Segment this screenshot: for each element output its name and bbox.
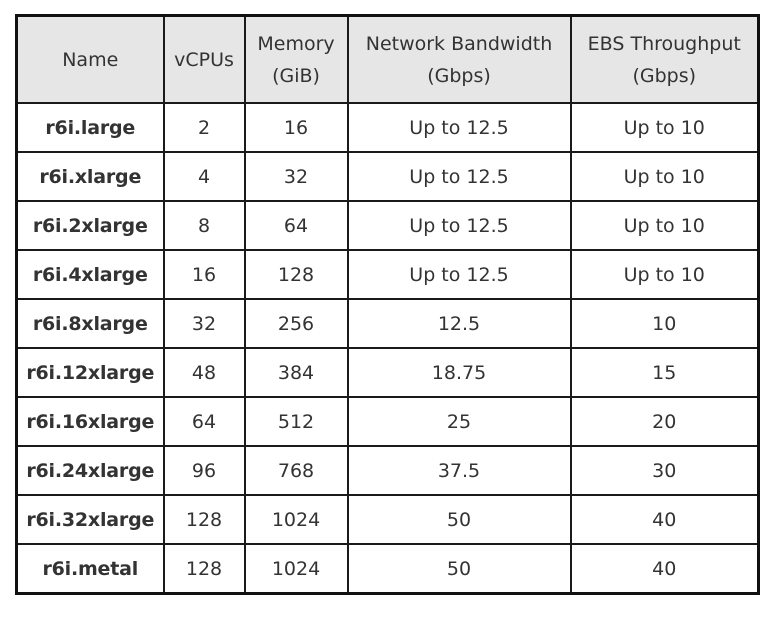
cell-ebs-throughput: 40 bbox=[569, 543, 760, 595]
cell-memory: 256 bbox=[243, 298, 349, 349]
cell-vcpus: 64 bbox=[162, 396, 246, 447]
cell-vcpus: 96 bbox=[162, 445, 246, 496]
table-row: r6i.4xlarge 16 128 Up to 12.5 Up to 10 bbox=[15, 249, 760, 300]
cell-network-bandwidth: Up to 12.5 bbox=[346, 249, 572, 300]
header-label: vCPUs bbox=[174, 48, 234, 71]
cell-memory: 1024 bbox=[243, 543, 349, 595]
header-unit: (GiB) bbox=[272, 64, 320, 87]
table-row: r6i.32xlarge 128 1024 50 40 bbox=[15, 494, 760, 545]
header-ebs-throughput: EBS Throughput (Gbps) bbox=[569, 14, 760, 104]
instance-specs-table: Name vCPUs Memory (GiB) Network Bandwidth… bbox=[15, 14, 760, 595]
cell-network-bandwidth: Up to 12.5 bbox=[346, 200, 572, 251]
cell-ebs-throughput: Up to 10 bbox=[569, 249, 760, 300]
header-vcpus: vCPUs bbox=[162, 14, 246, 104]
header-row: Name vCPUs Memory (GiB) Network Bandwidth… bbox=[15, 14, 760, 104]
cell-memory: 128 bbox=[243, 249, 349, 300]
cell-network-bandwidth: 50 bbox=[346, 543, 572, 595]
table-row: r6i.24xlarge 96 768 37.5 30 bbox=[15, 445, 760, 496]
cell-ebs-throughput: 10 bbox=[569, 298, 760, 349]
cell-ebs-throughput: 40 bbox=[569, 494, 760, 545]
cell-ebs-throughput: 30 bbox=[569, 445, 760, 496]
cell-ebs-throughput: 20 bbox=[569, 396, 760, 447]
cell-vcpus: 128 bbox=[162, 494, 246, 545]
table-row: r6i.large 2 16 Up to 12.5 Up to 10 bbox=[15, 102, 760, 153]
cell-ebs-throughput: 15 bbox=[569, 347, 760, 398]
header-label: Network Bandwidth bbox=[365, 32, 553, 55]
table-row: r6i.metal 128 1024 50 40 bbox=[15, 543, 760, 595]
cell-memory: 512 bbox=[243, 396, 349, 447]
table-row: r6i.8xlarge 32 256 12.5 10 bbox=[15, 298, 760, 349]
cell-vcpus: 4 bbox=[162, 151, 246, 202]
header-network-bandwidth: Network Bandwidth (Gbps) bbox=[346, 14, 572, 104]
header-label: Name bbox=[62, 48, 119, 71]
cell-name: r6i.4xlarge bbox=[15, 249, 165, 300]
header-memory: Memory (GiB) bbox=[243, 14, 349, 104]
cell-vcpus: 16 bbox=[162, 249, 246, 300]
cell-name: r6i.12xlarge bbox=[15, 347, 165, 398]
header-label: EBS Throughput bbox=[587, 32, 741, 55]
cell-memory: 384 bbox=[243, 347, 349, 398]
cell-memory: 64 bbox=[243, 200, 349, 251]
cell-vcpus: 2 bbox=[162, 102, 246, 153]
table-row: r6i.xlarge 4 32 Up to 12.5 Up to 10 bbox=[15, 151, 760, 202]
cell-vcpus: 32 bbox=[162, 298, 246, 349]
cell-network-bandwidth: 50 bbox=[346, 494, 572, 545]
header-label: Memory bbox=[257, 32, 335, 55]
cell-ebs-throughput: Up to 10 bbox=[569, 151, 760, 202]
cell-vcpus: 48 bbox=[162, 347, 246, 398]
cell-memory: 16 bbox=[243, 102, 349, 153]
cell-network-bandwidth: 37.5 bbox=[346, 445, 572, 496]
cell-network-bandwidth: Up to 12.5 bbox=[346, 102, 572, 153]
table-row: r6i.12xlarge 48 384 18.75 15 bbox=[15, 347, 760, 398]
cell-network-bandwidth: Up to 12.5 bbox=[346, 151, 572, 202]
cell-network-bandwidth: 18.75 bbox=[346, 347, 572, 398]
cell-name: r6i.xlarge bbox=[15, 151, 165, 202]
cell-memory: 32 bbox=[243, 151, 349, 202]
cell-memory: 768 bbox=[243, 445, 349, 496]
cell-name: r6i.8xlarge bbox=[15, 298, 165, 349]
cell-network-bandwidth: 25 bbox=[346, 396, 572, 447]
cell-vcpus: 8 bbox=[162, 200, 246, 251]
table-row: r6i.16xlarge 64 512 25 20 bbox=[15, 396, 760, 447]
cell-ebs-throughput: Up to 10 bbox=[569, 102, 760, 153]
cell-name: r6i.32xlarge bbox=[15, 494, 165, 545]
cell-name: r6i.2xlarge bbox=[15, 200, 165, 251]
cell-name: r6i.metal bbox=[15, 543, 165, 595]
cell-vcpus: 128 bbox=[162, 543, 246, 595]
header-name: Name bbox=[15, 14, 165, 104]
header-unit: (Gbps) bbox=[632, 64, 697, 87]
cell-name: r6i.16xlarge bbox=[15, 396, 165, 447]
cell-network-bandwidth: 12.5 bbox=[346, 298, 572, 349]
cell-name: r6i.24xlarge bbox=[15, 445, 165, 496]
header-unit: (Gbps) bbox=[427, 64, 491, 87]
cell-ebs-throughput: Up to 10 bbox=[569, 200, 760, 251]
cell-name: r6i.large bbox=[15, 102, 165, 153]
cell-memory: 1024 bbox=[243, 494, 349, 545]
table-row: r6i.2xlarge 8 64 Up to 12.5 Up to 10 bbox=[15, 200, 760, 251]
